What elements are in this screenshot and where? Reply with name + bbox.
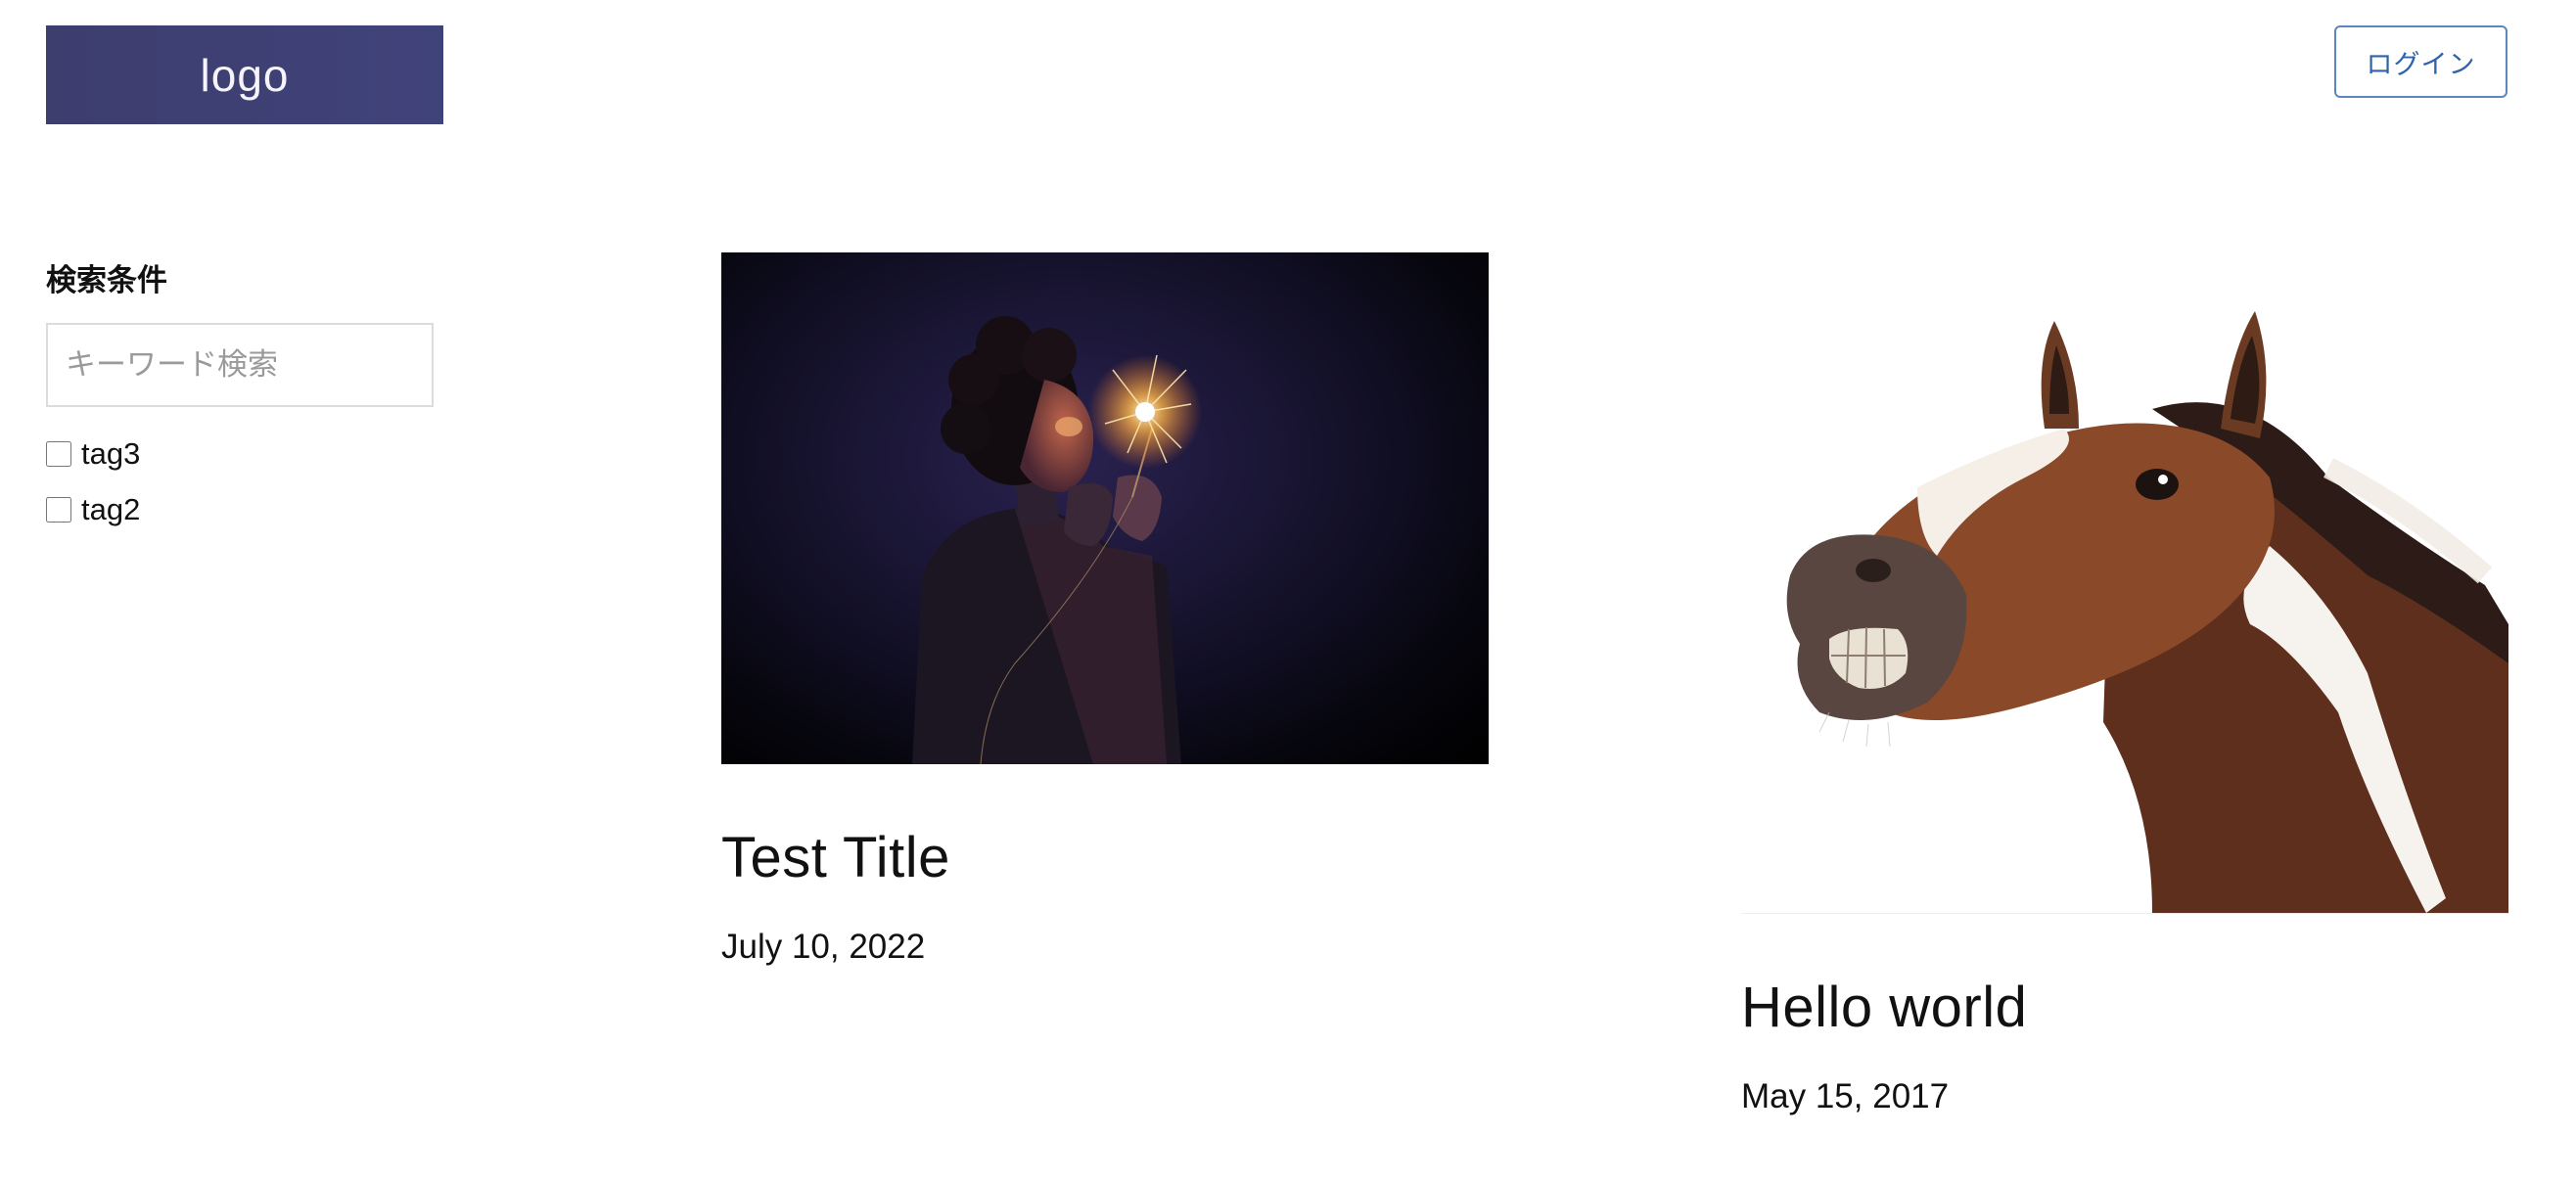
logo-text: logo	[200, 49, 290, 101]
person-with-sparkler-photo[interactable]	[721, 252, 1489, 764]
article-date: July 10, 2022	[721, 928, 926, 966]
horse-photo-illustration	[1786, 311, 2508, 913]
article-card[interactable]: Hello world May 15, 2017	[1741, 252, 2508, 1116]
article-title[interactable]: Hello world	[1741, 975, 2508, 1040]
tag2-checkbox[interactable]	[46, 497, 71, 523]
article-card[interactable]: Test Title July 10, 2022	[721, 252, 1489, 967]
laughing-horse-photo[interactable]	[1741, 252, 2508, 914]
sparkler-photo-illustration	[912, 316, 1202, 764]
article-title[interactable]: Test Title	[721, 825, 1489, 890]
keyword-search-input[interactable]	[46, 323, 434, 407]
search-conditions-heading: 検索条件	[46, 263, 167, 297]
tag2-label: tag2	[81, 492, 141, 526]
login-button[interactable]: ログイン	[2334, 25, 2507, 98]
tag-filter-tag3[interactable]: tag3	[46, 436, 140, 472]
tag3-label: tag3	[81, 436, 141, 471]
tag3-checkbox[interactable]	[46, 441, 71, 467]
page: logo ログイン 検索条件 tag3 tag2	[0, 0, 2576, 1182]
logo[interactable]: logo	[46, 25, 443, 124]
article-date: May 15, 2017	[1741, 1077, 1950, 1115]
tag-filter-tag2[interactable]: tag2	[46, 492, 140, 527]
